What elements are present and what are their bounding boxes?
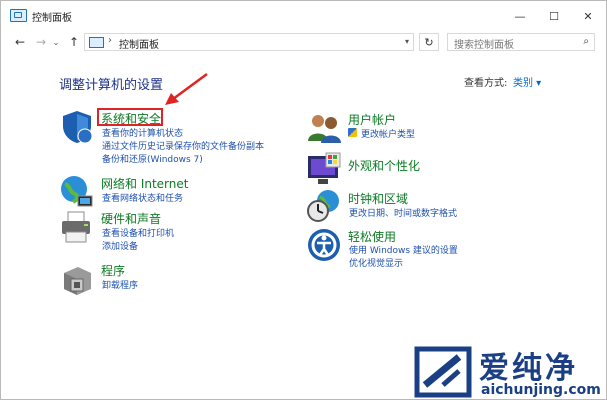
search-placeholder: 搜索控制面板 — [454, 40, 514, 51]
uac-shield-icon — [348, 128, 357, 137]
printer-icon[interactable] — [59, 210, 95, 246]
users-icon[interactable] — [306, 111, 342, 147]
shield-icon[interactable] — [59, 109, 95, 145]
category-title[interactable]: 用户帐户 — [348, 111, 396, 128]
up-arrow-icon[interactable]: ↑ — [65, 33, 83, 51]
chevron-down-icon[interactable]: ▾ — [405, 37, 409, 46]
category-link[interactable]: 查看网络状态和任务 — [102, 191, 183, 204]
watermark-logo-icon — [414, 346, 472, 398]
category-link[interactable]: 优化视觉显示 — [349, 256, 403, 269]
back-arrow-icon[interactable]: ← — [11, 33, 29, 51]
category-title[interactable]: 硬件和声音 — [101, 210, 161, 227]
category-link[interactable]: 添加设备 — [102, 239, 138, 252]
breadcrumb-separator[interactable]: › — [108, 35, 112, 46]
category-link[interactable]: 卸载程序 — [102, 278, 138, 291]
category-title[interactable]: 网络和 Internet — [101, 175, 188, 192]
category-link[interactable]: 通过文件历史记录保存你的文件备份副本 — [102, 139, 264, 152]
recent-locations-chevron-icon[interactable]: ⌄ — [51, 33, 61, 51]
window-title: 控制面板 — [32, 13, 72, 24]
control-panel-app-icon — [10, 9, 27, 22]
clock-globe-icon[interactable] — [306, 189, 342, 225]
category-ease-of-access: 轻松使用 使用 Windows 建议的设置 优化视觉显示 — [306, 227, 536, 271]
page-title: 调整计算机的设置 — [59, 78, 164, 93]
annotation-arrow-icon — [165, 72, 208, 105]
view-by-dropdown[interactable]: 类别 ▾ — [513, 74, 541, 89]
category-clock-region: 时钟和区域 更改日期、时间或数字格式 — [306, 189, 536, 225]
category-link[interactable]: 查看设备和打印机 — [102, 226, 174, 239]
monitor-palette-icon[interactable] — [306, 151, 342, 187]
programs-box-icon[interactable] — [59, 261, 95, 297]
category-link[interactable]: 使用 Windows 建议的设置 — [349, 243, 458, 256]
category-link[interactable]: 查看你的计算机状态 — [102, 126, 183, 139]
category-title[interactable]: 程序 — [101, 262, 125, 279]
watermark-title: 爱纯净 — [479, 351, 578, 386]
watermark-url: aichunjing.com — [481, 382, 601, 398]
breadcrumb-control-panel[interactable]: 控制面板 — [119, 36, 159, 51]
category-link[interactable]: 备份和还原(Windows 7) — [102, 152, 203, 165]
category-network-internet: 网络和 Internet 查看网络状态和任务 — [59, 174, 289, 210]
search-input[interactable]: 搜索控制面板 ⌕ — [447, 33, 595, 51]
control-panel-window: 控制面板 — ☐ ✕ ← → ⌄ ↑ › 控制面板 ▾ ↻ 搜索控制面板 ⌕ 调… — [0, 0, 607, 400]
category-link[interactable]: 更改日期、时间或数字格式 — [349, 206, 457, 219]
title-bar: 控制面板 — ☐ ✕ — [1, 1, 606, 31]
category-title[interactable]: 外观和个性化 — [348, 157, 420, 174]
address-bar[interactable]: › 控制面板 ▾ — [84, 33, 414, 51]
navigation-bar: ← → ⌄ ↑ › 控制面板 ▾ ↻ 搜索控制面板 ⌕ — [1, 31, 606, 55]
maximize-button[interactable]: ☐ — [537, 1, 571, 31]
accessibility-icon[interactable] — [306, 227, 342, 263]
view-by-label: 查看方式: — [464, 78, 508, 89]
minimize-button[interactable]: — — [503, 1, 537, 31]
category-title[interactable]: 时钟和区域 — [348, 190, 408, 207]
category-hardware-sound: 硬件和声音 查看设备和打印机 添加设备 — [59, 210, 289, 254]
category-link[interactable]: 更改帐户类型 — [361, 127, 415, 140]
forward-arrow-icon[interactable]: → — [32, 33, 50, 51]
category-user-accounts: 用户帐户 更改帐户类型 — [306, 111, 536, 147]
control-panel-small-icon — [89, 37, 104, 48]
close-button[interactable]: ✕ — [571, 1, 605, 31]
category-appearance-personalization: 外观和个性化 — [306, 151, 536, 187]
refresh-button[interactable]: ↻ — [419, 33, 439, 51]
category-system-security: 系统和安全 查看你的计算机状态 通过文件历史记录保存你的文件备份副本 备份和还原… — [59, 109, 289, 169]
watermark: 爱纯净 aichunjing.com — [413, 343, 606, 399]
search-icon[interactable]: ⌕ — [583, 36, 589, 47]
globe-network-icon[interactable] — [59, 174, 95, 210]
category-programs: 程序 卸载程序 — [59, 261, 289, 297]
